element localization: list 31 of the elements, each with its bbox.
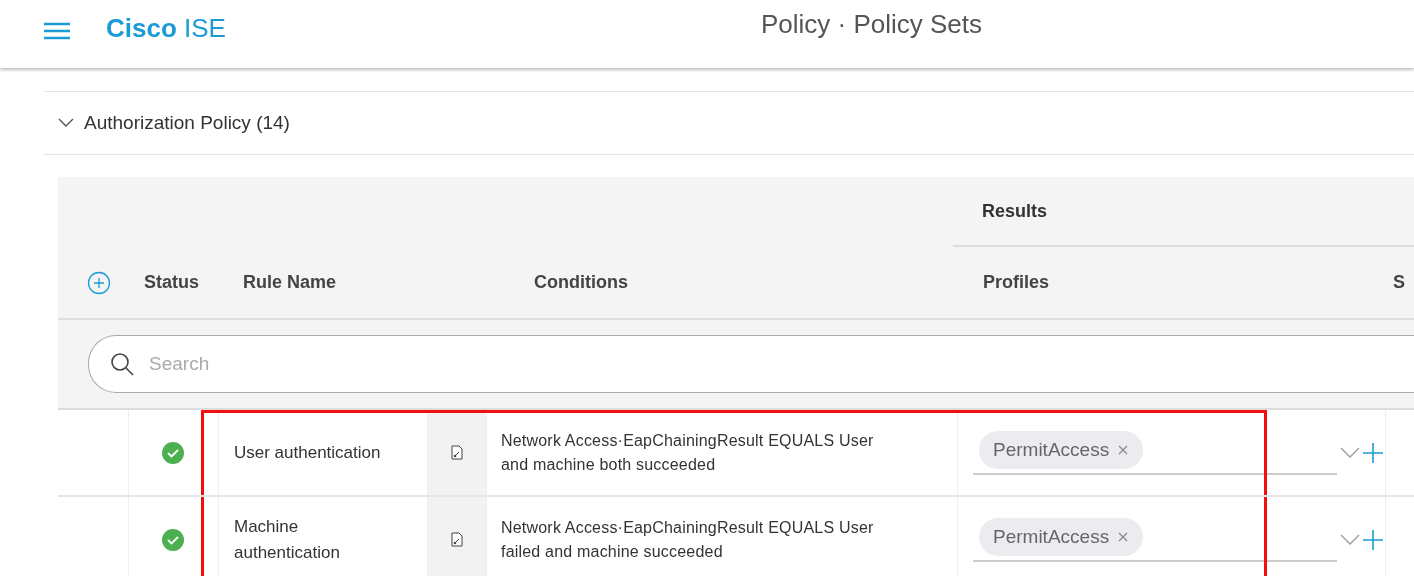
page-title: Policy · Policy Sets bbox=[760, 9, 983, 40]
profile-tag: PermitAccess bbox=[979, 517, 1144, 556]
column-header: Rule Name bbox=[243, 272, 337, 292]
column-header: Conditions bbox=[534, 272, 628, 292]
search-field[interactable]: Search bbox=[147, 352, 1414, 376]
profile-field[interactable]: PermitAccess bbox=[973, 517, 1337, 562]
profile-tag: PermitAccess bbox=[979, 430, 1144, 469]
remove-icon[interactable] bbox=[1117, 530, 1130, 543]
add-icon[interactable] bbox=[1362, 528, 1384, 551]
remove-icon[interactable] bbox=[1117, 443, 1130, 456]
profile-field[interactable]: PermitAccess bbox=[973, 430, 1337, 475]
condition-icon[interactable] bbox=[451, 532, 463, 547]
rule-name: Machine authentication bbox=[234, 515, 341, 564]
column-header: Status bbox=[144, 272, 199, 292]
search-icon bbox=[109, 351, 135, 377]
section-header[interactable]: Authorization Policy (14) bbox=[44, 92, 1414, 155]
menu-icon[interactable] bbox=[44, 22, 70, 40]
add-icon[interactable] bbox=[1362, 441, 1384, 464]
condition-icon[interactable] bbox=[451, 445, 463, 460]
condition-text: Network Access·EapChainingResult EQUALS User failed and machine succeeded bbox=[501, 517, 875, 562]
condition-text: Network Access·EapChainingResult EQUALS User and machine both succeeded bbox=[501, 430, 875, 475]
rule-name: User authentication bbox=[234, 441, 381, 464]
brand-logo: Cisco ISE bbox=[106, 13, 226, 44]
column-header: Profiles bbox=[983, 272, 1050, 292]
add-icon[interactable] bbox=[87, 270, 111, 295]
section-title: Authorization Policy (14) bbox=[84, 112, 290, 134]
column-header: S bbox=[1393, 272, 1405, 292]
dropdown-icon[interactable] bbox=[1340, 533, 1360, 546]
search-bar[interactable]: Search bbox=[88, 335, 1414, 393]
dropdown-icon[interactable] bbox=[1340, 446, 1360, 459]
column-group-header: Results bbox=[953, 177, 1414, 247]
